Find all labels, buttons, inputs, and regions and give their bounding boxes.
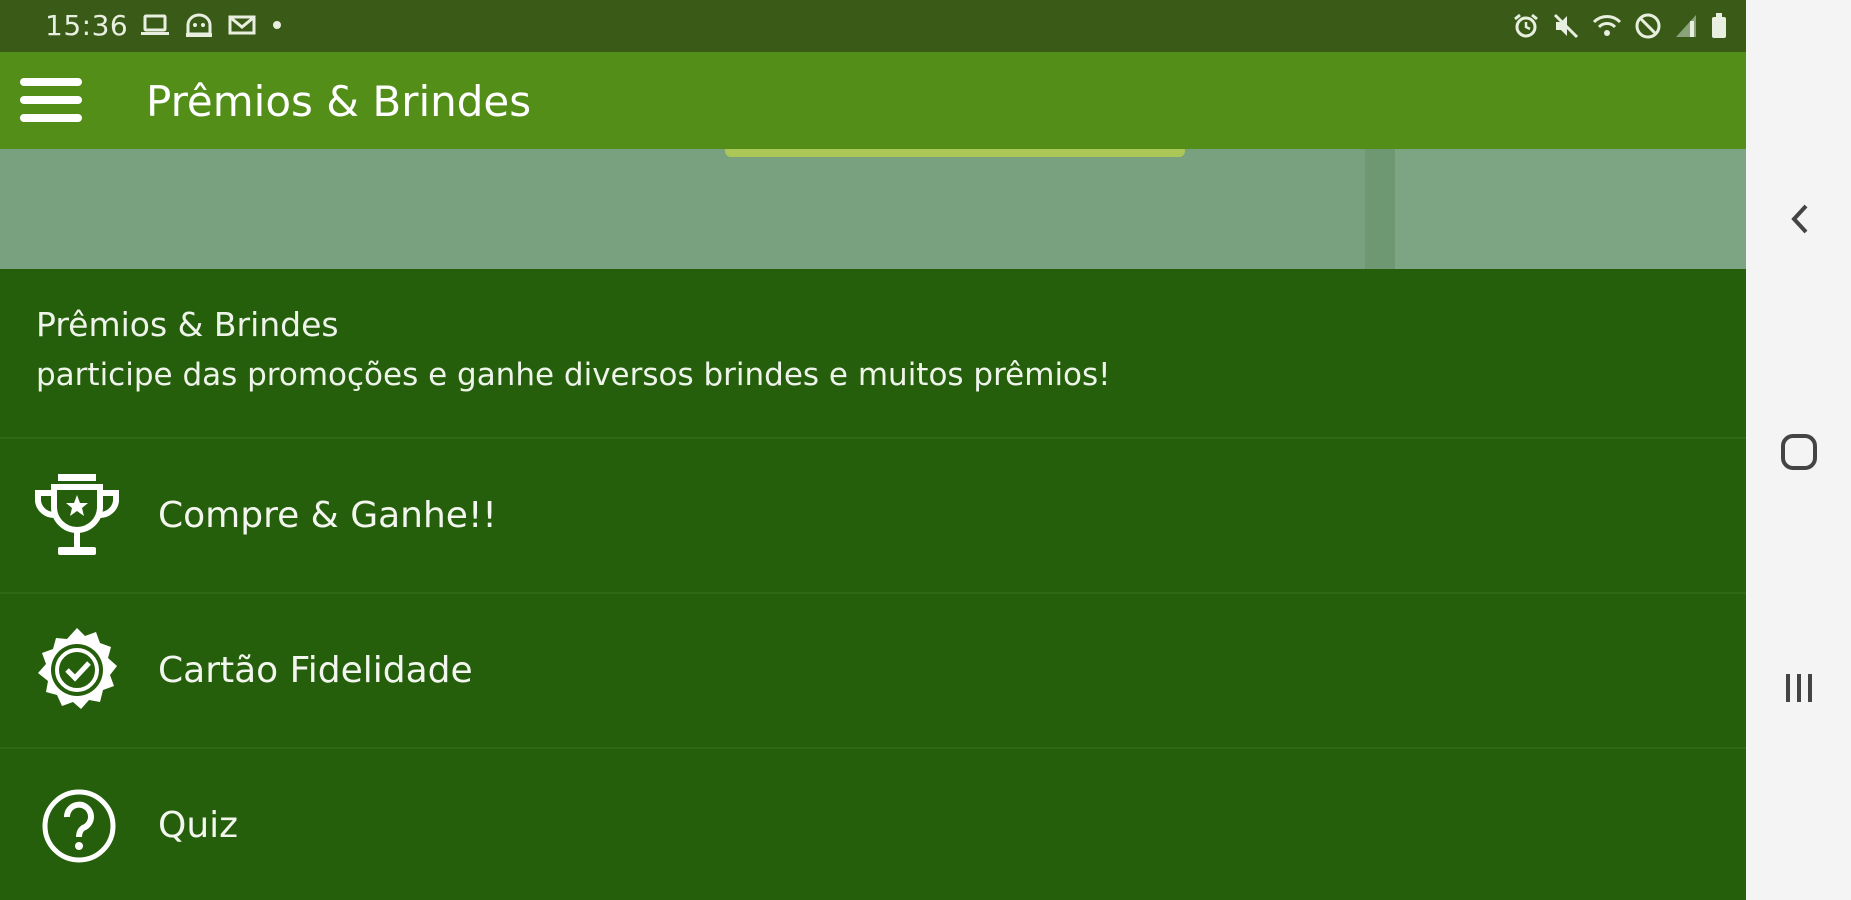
menu-item-compre-ganhe[interactable]: Compre & Ganhe!! [0,439,1746,594]
app-screen: 15:36 Prêmios & Brindes Prêmios & Brinde… [0,0,1746,900]
menu-item-quiz[interactable]: Quiz [0,749,1746,900]
question-circle-icon [32,781,122,871]
status-bar: 15:36 [0,0,1746,52]
home-icon[interactable] [1768,421,1830,483]
menu-item-label: Quiz [158,805,239,846]
section-header: Prêmios & Brindes participe das promoçõe… [0,269,1746,439]
signal-icon [1674,13,1698,39]
status-right-icons [1512,12,1728,40]
back-icon[interactable] [1768,188,1830,250]
battery-icon [1710,12,1728,40]
recents-icon[interactable] [1768,657,1830,719]
alarm-icon [1512,12,1540,40]
hamburger-menu-icon[interactable] [20,78,82,126]
mute-icon [1552,12,1580,40]
menu-item-label: Compre & Ganhe!! [158,495,497,536]
page-title: Prêmios & Brindes [146,77,532,126]
banner-right-panel [1395,149,1746,269]
menu-item-label: Cartão Fidelidade [158,650,473,691]
app-bar: Prêmios & Brindes [0,52,1746,149]
badge-check-icon [32,626,122,716]
laptop-icon [140,13,170,37]
status-time: 15:36 [45,9,129,42]
banner-image [0,149,1746,269]
section-subtitle: participe das promoções e ganhe diversos… [36,357,1111,393]
system-navigation-bar [1746,0,1851,900]
dot-icon [270,18,284,32]
mail-icon [228,14,256,36]
banner-divider [1365,149,1395,269]
android-debug-icon [184,12,214,38]
banner-highlight [725,149,1185,157]
do-not-disturb-icon [1634,12,1662,40]
trophy-icon [32,471,122,561]
menu-item-cartao-fidelidade[interactable]: Cartão Fidelidade [0,594,1746,749]
status-left-icons [140,12,284,38]
wifi-icon [1592,13,1622,39]
menu-list: Compre & Ganhe!! Cartão Fidelidade Quiz [0,439,1746,900]
section-title: Prêmios & Brindes [36,305,339,344]
